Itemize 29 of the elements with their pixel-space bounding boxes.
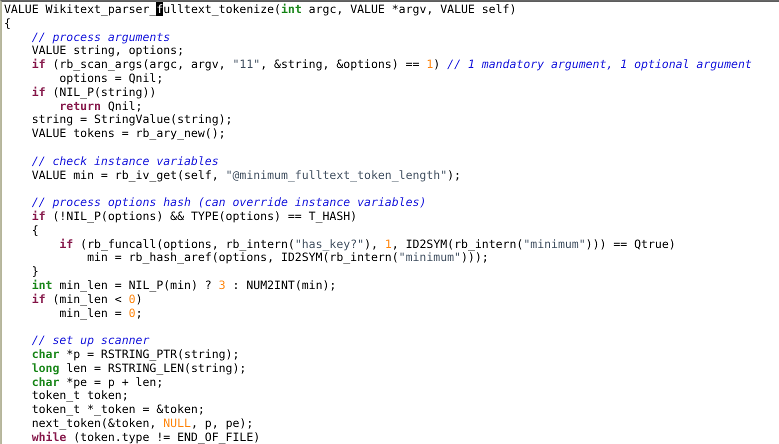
code-line: if (rb_funcall(options, rb_intern("has_key?"), 1, ID2SYM(rb_intern("minimum"))) == Qtrue) bbox=[58, 238, 677, 252]
code-line: if (rb_scan_args(argc, argv, "11", &string, &options) == 1) // 1 mandatory argument, 1 optional argument bbox=[30, 58, 753, 72]
code-line: int min_len = NIL_P(min) ? 3 : NUM2INT(min); bbox=[30, 278, 338, 293]
code-line: if (!NIL_P(options) && TYPE(options) == T_HASH) bbox=[30, 210, 358, 224]
code-line: VALUE min = rb_iv_get(self, "@minimum_fulltext_token_length"); bbox=[30, 168, 462, 182]
code-line: while (token.type != END_OF_FILE) bbox=[30, 430, 262, 444]
code-line: options = Qnil; bbox=[59, 72, 164, 86]
code-line: { bbox=[4, 16, 12, 31]
code-line: VALUE Wikitext_parser_fulltext_tokenize(int argc, VALUE *argv, VALUE self) bbox=[4, 3, 518, 17]
code-line: // check instance variables bbox=[30, 154, 220, 169]
code-line: // process arguments bbox=[30, 30, 172, 44]
code-line: { bbox=[30, 224, 40, 238]
code-line: if (NIL_P(string)) bbox=[30, 86, 158, 100]
code-line: // set up scanner bbox=[30, 334, 150, 348]
code-line: if (min_len < 0) bbox=[30, 292, 143, 307]
code-line: long len = RSTRING_LEN(string); bbox=[30, 362, 248, 376]
code-line: char *p = RSTRING_PTR(string); bbox=[30, 348, 240, 362]
code-line: min_len = 0; bbox=[59, 306, 144, 320]
code-line: VALUE tokens = rb_ary_new(); bbox=[30, 127, 227, 141]
code-line: min = rb_hash_aref(options, ID2SYM(rb_intern("minimum"))); bbox=[87, 251, 489, 266]
code-line: // process options hash (can override instance variables) bbox=[30, 196, 428, 210]
code-line: string = StringValue(string); bbox=[30, 113, 234, 128]
code-line: char *pe = p + len; bbox=[30, 376, 164, 390]
code-line: } bbox=[30, 265, 40, 279]
code-line: next_token(&token, NULL, p, pe); bbox=[30, 416, 254, 431]
code-line: token_t *_token = &token; bbox=[30, 403, 206, 417]
code-line: token_t token; bbox=[30, 389, 130, 404]
code-line: VALUE string, options; bbox=[30, 44, 186, 58]
code-line: return Qnil; bbox=[59, 100, 142, 114]
